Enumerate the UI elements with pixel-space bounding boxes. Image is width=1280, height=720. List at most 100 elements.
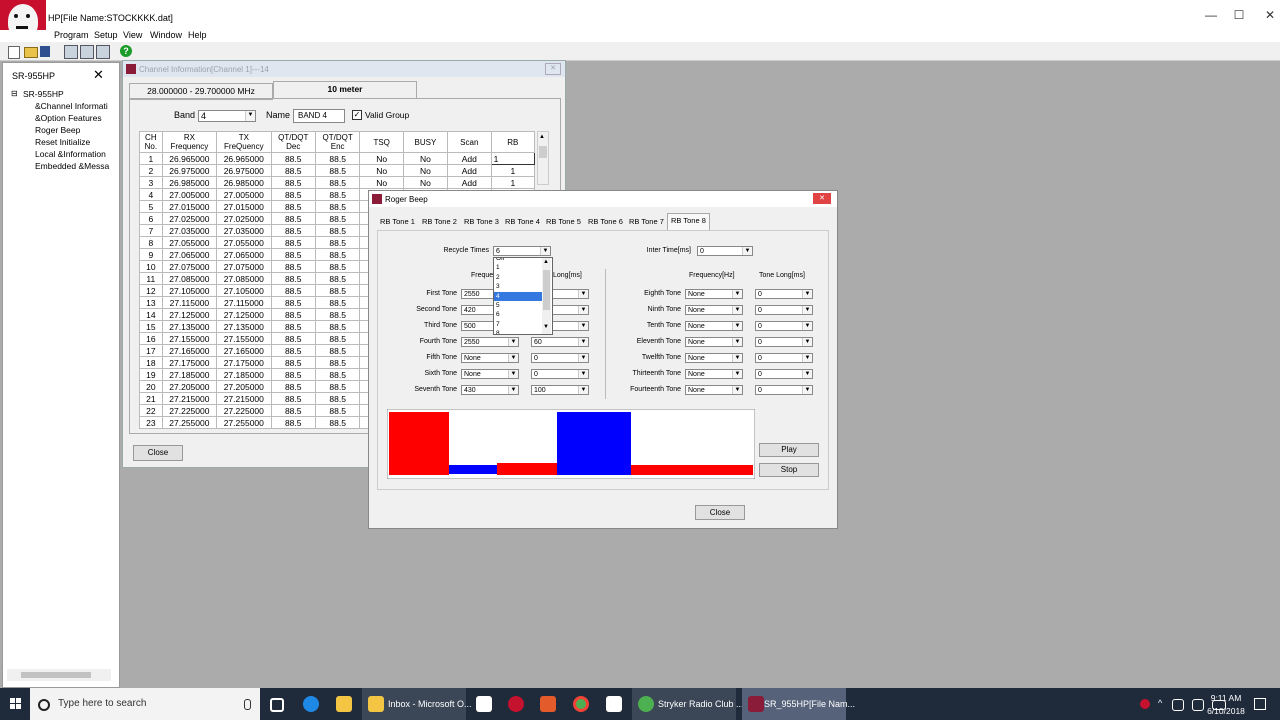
table-cell[interactable]: 88.5 <box>314 164 361 177</box>
table-cell[interactable]: 27.085000 <box>161 272 218 285</box>
radio-settings-icon[interactable] <box>96 45 110 59</box>
table-cell[interactable]: 27.105000 <box>161 284 218 297</box>
table-cell[interactable]: 88.5 <box>270 368 316 381</box>
table-cell[interactable]: 5 <box>139 200 163 213</box>
table-vertical-scrollbar[interactable]: ▲ <box>537 131 549 185</box>
table-cell[interactable]: No <box>402 176 448 189</box>
table-cell[interactable]: 88.5 <box>314 332 361 345</box>
table-cell[interactable]: 88.5 <box>270 380 316 393</box>
table-cell[interactable]: 10 <box>139 260 163 273</box>
table-cell[interactable]: 26.975000 <box>161 164 218 177</box>
table-cell[interactable]: 8 <box>139 236 163 249</box>
table-cell[interactable]: 6 <box>139 212 163 225</box>
tab-rb-tone-7[interactable]: RB Tone 7 <box>626 215 667 229</box>
table-cell[interactable]: 27.115000 <box>216 296 272 309</box>
table-row[interactable]: 3 26.985000 26.985000 88.5 88.5 No No Add 1 <box>139 176 536 189</box>
table-cell[interactable]: 88.5 <box>314 176 361 189</box>
table-cell[interactable]: 27.225000 <box>216 404 272 417</box>
table-cell[interactable]: 27.005000 <box>216 188 272 201</box>
table-cell[interactable]: 27.065000 <box>216 248 272 261</box>
table-cell[interactable]: 1 <box>490 176 536 189</box>
tone-frequency-select[interactable]: None ▼ <box>685 337 743 347</box>
menu-help[interactable]: Help <box>188 30 207 40</box>
table-cell[interactable]: 88.5 <box>270 260 316 273</box>
edge-icon[interactable] <box>303 696 319 712</box>
dropdown-option[interactable]: 4 <box>494 291 542 301</box>
table-cell[interactable]: No <box>359 176 404 189</box>
table-cell[interactable]: 15 <box>139 320 163 333</box>
table-cell[interactable]: 88.5 <box>314 356 361 369</box>
tone-length-select[interactable]: 0 ▼ <box>531 369 589 379</box>
table-cell[interactable]: 27.135000 <box>161 320 218 333</box>
table-cell[interactable]: 27.115000 <box>161 296 218 309</box>
microphone-icon[interactable] <box>244 699 251 710</box>
dropdown-scrollbar[interactable]: ▲ ▼ <box>542 258 551 334</box>
table-cell[interactable]: 88.5 <box>314 380 361 393</box>
table-cell[interactable]: Add <box>446 152 492 165</box>
table-cell[interactable]: 27.255000 <box>161 416 218 429</box>
start-icon[interactable] <box>10 698 22 710</box>
table-cell[interactable]: 27.035000 <box>161 224 218 237</box>
table-cell[interactable]: 27.075000 <box>216 260 272 273</box>
taskbar-app-chrome[interactable]: Stryker Radio Club ... <box>632 688 744 720</box>
minimize-button[interactable]: — <box>1196 8 1226 22</box>
taskbar-app-sr955hp[interactable]: SR_955HP[File Nam... <box>742 688 855 720</box>
table-cell[interactable]: 88.5 <box>314 236 361 249</box>
table-cell[interactable]: 26.985000 <box>216 176 272 189</box>
tone-frequency-select[interactable]: None ▼ <box>685 385 743 395</box>
table-cell[interactable]: 88.5 <box>270 404 316 417</box>
table-cell[interactable]: 1 <box>490 164 536 177</box>
table-cell[interactable]: 27.125000 <box>161 308 218 321</box>
chrome-icon[interactable] <box>573 696 589 712</box>
tone-frequency-select[interactable]: 430 ▼ <box>461 385 519 395</box>
tab-rb-tone-2[interactable]: RB Tone 2 <box>419 215 460 229</box>
table-cell[interactable]: 21 <box>139 392 163 405</box>
table-cell[interactable]: 88.5 <box>314 200 361 213</box>
table-cell[interactable]: 88.5 <box>270 332 316 345</box>
tray-expand-icon[interactable]: ^ <box>1158 698 1162 708</box>
valid-group-checkbox[interactable]: ✓ <box>352 110 362 120</box>
table-cell[interactable]: 88.5 <box>314 248 361 261</box>
table-cell[interactable]: 88.5 <box>314 224 361 237</box>
channel-close-button[interactable]: Close <box>133 445 183 461</box>
table-cell[interactable]: 88.5 <box>314 284 361 297</box>
table-cell[interactable]: 88.5 <box>270 344 316 357</box>
tone-length-select[interactable]: 0 ▼ <box>755 369 813 379</box>
dropdown-option[interactable]: 5 <box>494 301 542 310</box>
table-cell[interactable]: 1 <box>490 152 536 165</box>
table-cell[interactable]: 88.5 <box>270 236 316 249</box>
stop-button[interactable]: Stop <box>759 463 819 477</box>
tone-length-select[interactable]: 0 ▼ <box>755 289 813 299</box>
file-explorer-icon[interactable] <box>336 696 352 712</box>
tone-frequency-select[interactable]: None ▼ <box>685 305 743 315</box>
table-cell[interactable]: 88.5 <box>314 260 361 273</box>
table-cell[interactable]: 27.005000 <box>161 188 218 201</box>
horizontal-scrollbar[interactable] <box>7 669 111 681</box>
notifications-icon[interactable] <box>1254 698 1266 710</box>
table-cell[interactable]: 27.205000 <box>216 380 272 393</box>
taskbar-app-outlook[interactable]: Inbox - Microsoft O... <box>362 688 472 720</box>
table-cell[interactable]: 27.135000 <box>216 320 272 333</box>
table-cell[interactable]: 27.205000 <box>161 380 218 393</box>
table-cell[interactable]: 27.155000 <box>161 332 218 345</box>
name-input[interactable]: BAND 4 <box>293 109 345 123</box>
tree-item-roger-beep[interactable]: Roger Beep <box>35 125 80 135</box>
table-cell[interactable]: 12 <box>139 284 163 297</box>
tree-item-embedded-message[interactable]: Embedded &Messa <box>35 161 109 171</box>
table-cell[interactable]: 27.185000 <box>161 368 218 381</box>
table-cell[interactable]: 88.5 <box>270 308 316 321</box>
table-cell[interactable]: 88.5 <box>314 212 361 225</box>
table-cell[interactable]: 88.5 <box>270 224 316 237</box>
table-cell[interactable]: 88.5 <box>270 164 316 177</box>
dropdown-option[interactable]: 7 <box>494 320 542 329</box>
maximize-button[interactable]: ☐ <box>1224 8 1254 22</box>
help-icon[interactable]: ? <box>120 45 132 57</box>
tree-item-channel-info[interactable]: &Channel Informati <box>35 101 108 111</box>
menu-window[interactable]: Window <box>150 30 182 40</box>
table-cell[interactable]: 27.035000 <box>216 224 272 237</box>
tree-item-root[interactable]: SR-955HP <box>23 89 64 99</box>
menu-view[interactable]: View <box>123 30 142 40</box>
table-cell[interactable]: 2 <box>139 164 163 177</box>
table-cell[interactable]: 17 <box>139 344 163 357</box>
tone-frequency-select[interactable]: None ▼ <box>461 353 519 363</box>
